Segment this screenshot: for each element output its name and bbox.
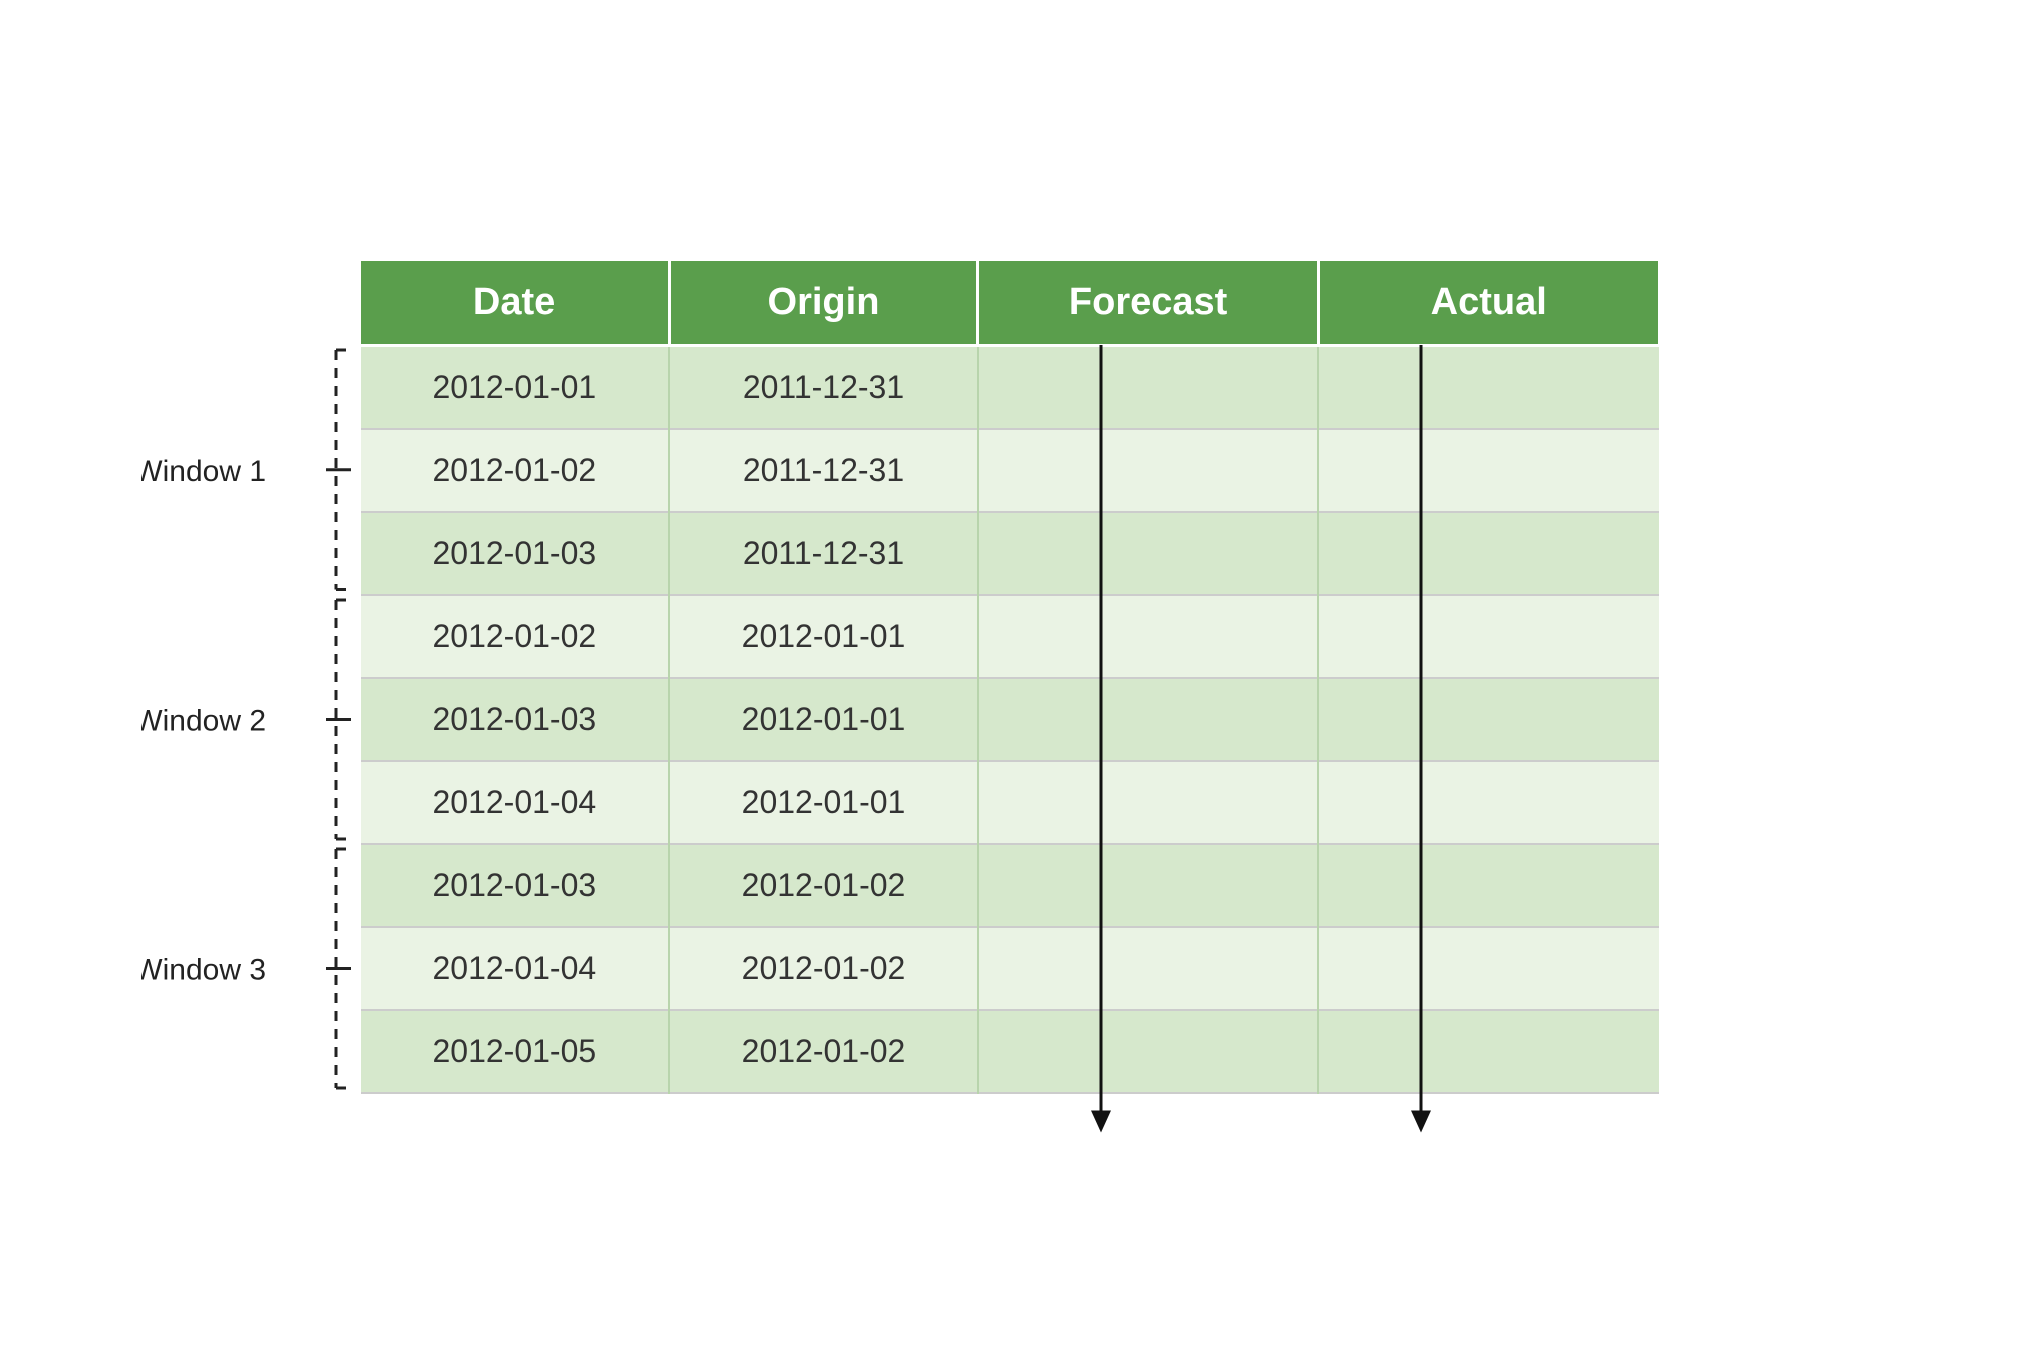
cell-date: 2012-01-02 [361,429,670,512]
cell-forecast [978,429,1319,512]
table-row: 2012-01-042012-01-02 [361,927,1660,1010]
cell-actual [1318,761,1659,844]
window-bracket-3: Window 3 [141,844,351,1093]
main-layout: DateOriginForecastActual 2012-01-012011-… [361,258,1661,1094]
table-row: 2012-01-032011-12-31 [361,512,1660,595]
cell-forecast [978,927,1319,1010]
cell-origin: 2012-01-02 [669,1010,978,1093]
cell-forecast [978,761,1319,844]
cell-actual [1318,678,1659,761]
header-cell-origin: Origin [669,259,978,345]
cell-actual [1318,1010,1659,1093]
window-label-2: Window 2 [141,704,266,737]
table-row: 2012-01-022011-12-31 [361,429,1660,512]
table-row: 2012-01-022012-01-01 [361,595,1660,678]
cell-forecast [978,595,1319,678]
cell-forecast [978,1010,1319,1093]
cell-actual [1318,844,1659,927]
cell-actual [1318,345,1659,429]
table-row: 2012-01-032012-01-01 [361,678,1660,761]
window-bracket-1: Window 1 [141,345,351,595]
window-bracket-2: Window 2 [141,595,351,844]
cell-actual [1318,512,1659,595]
cell-origin: 2011-12-31 [669,512,978,595]
cell-origin: 2012-01-01 [669,761,978,844]
cell-origin: 2012-01-02 [669,844,978,927]
cell-origin: 2012-01-01 [669,595,978,678]
window-label-1: Window 1 [141,455,266,488]
cell-forecast [978,512,1319,595]
table-row: 2012-01-042012-01-01 [361,761,1660,844]
cell-date: 2012-01-03 [361,678,670,761]
table-row: 2012-01-052012-01-02 [361,1010,1660,1093]
cell-date: 2012-01-05 [361,1010,670,1093]
cell-date: 2012-01-03 [361,844,670,927]
cell-origin: 2011-12-31 [669,345,978,429]
cell-date: 2012-01-02 [361,595,670,678]
cell-origin: 2012-01-02 [669,927,978,1010]
cell-forecast [978,844,1319,927]
header-cell-actual: Actual [1318,259,1659,345]
data-table: DateOriginForecastActual 2012-01-012011-… [361,258,1661,1094]
table-row: 2012-01-012011-12-31 [361,345,1660,429]
table-row: 2012-01-032012-01-02 [361,844,1660,927]
cell-date: 2012-01-04 [361,761,670,844]
cell-origin: 2012-01-01 [669,678,978,761]
cell-date: 2012-01-03 [361,512,670,595]
window-label-3: Window 3 [141,953,266,986]
header-row: DateOriginForecastActual [361,259,1660,345]
cell-forecast [978,345,1319,429]
cell-forecast [978,678,1319,761]
header-cell-forecast: Forecast [978,259,1319,345]
header-cell-date: Date [361,259,670,345]
table-container: DateOriginForecastActual 2012-01-012011-… [361,258,1661,1094]
cell-actual [1318,595,1659,678]
page-container: DateOriginForecastActual 2012-01-012011-… [0,0,2021,1351]
cell-date: 2012-01-04 [361,927,670,1010]
cell-date: 2012-01-01 [361,345,670,429]
cell-actual [1318,429,1659,512]
cell-origin: 2011-12-31 [669,429,978,512]
cell-actual [1318,927,1659,1010]
